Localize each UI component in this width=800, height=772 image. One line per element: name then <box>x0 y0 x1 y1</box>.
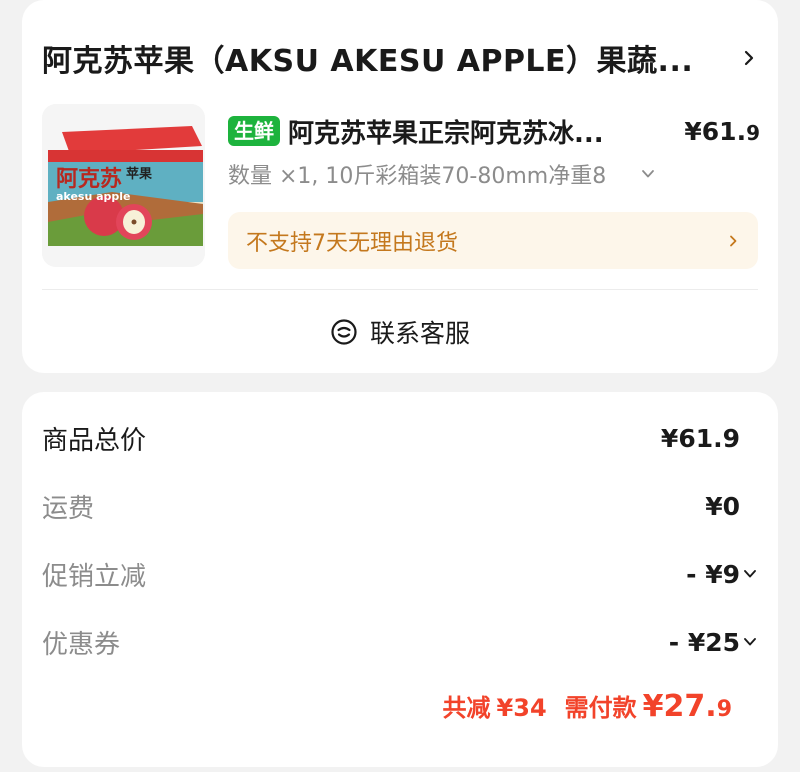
unit-price: ¥61.9 <box>684 117 760 146</box>
chevron-down-icon <box>744 638 756 646</box>
promotion-value-wrap: - ¥9 <box>686 560 758 589</box>
chevron-down-icon <box>744 570 756 578</box>
shipping-label: 运费 <box>42 493 95 524</box>
product-image[interactable]: 阿克苏 苹果 akesu apple <box>42 104 205 267</box>
box-english-text: akesu apple <box>56 190 131 203</box>
customer-service-icon <box>331 319 357 345</box>
unit-price-main: ¥61. <box>684 116 747 146</box>
shop-name: 阿克苏苹果（AKSU AKESU APPLE）果蔬... <box>42 44 694 79</box>
saved-amount: ¥34 <box>496 694 547 722</box>
return-policy-text: 不支持7天无理由退货 <box>246 230 458 256</box>
pay-amount-main: ¥27. <box>642 689 717 724</box>
box-product-text: 苹果 <box>126 166 152 182</box>
price-row-shipping: 运费 ¥0 <box>42 484 758 528</box>
coupon-value-wrap: - ¥25 <box>669 628 758 657</box>
contact-service-button[interactable]: 联系客服 <box>22 310 778 354</box>
pay-label: 需付款 <box>564 694 637 722</box>
shipping-value: ¥0 <box>705 491 740 521</box>
spec-selector[interactable]: 数量 ×1, 10斤彩箱装70-80mm净重8 <box>228 157 668 191</box>
chevron-down-icon <box>642 170 654 178</box>
contact-service-label: 联系客服 <box>369 319 470 348</box>
coupon-value: - ¥25 <box>668 627 740 657</box>
subtotal-label: 商品总价 <box>42 425 147 456</box>
apple-box-image: 阿克苏 苹果 akesu apple <box>42 104 205 267</box>
unit-price-cents: 9 <box>746 120 760 145</box>
chevron-right-icon <box>730 235 737 246</box>
price-row-subtotal: 商品总价 ¥61.9 <box>42 416 758 460</box>
box-brand-text: 阿克苏 <box>56 166 122 192</box>
promotion-label: 促销立减 <box>42 561 147 592</box>
price-summary-card: 商品总价 ¥61.9 运费 ¥0 促销立减 - ¥9 优惠券 - ¥25 共减 … <box>22 392 778 767</box>
pay-amount: ¥27.9 <box>643 689 732 724</box>
fresh-badge: 生鲜 <box>228 116 280 146</box>
order-card: 阿克苏苹果（AKSU AKESU APPLE）果蔬... 阿克苏 苹果 akes… <box>22 0 778 373</box>
coupon-label: 优惠券 <box>42 629 121 660</box>
chevron-right-icon <box>744 50 754 66</box>
spec-text: 数量 ×1, 10斤彩箱装70-80mm净重8 <box>228 164 607 189</box>
price-row-promotion[interactable]: 促销立减 - ¥9 <box>42 552 758 596</box>
product-title-row[interactable]: 生鲜 阿克苏苹果正宗阿克苏冰... ¥61.9 <box>228 111 760 151</box>
price-row-coupon[interactable]: 优惠券 - ¥25 <box>42 620 758 664</box>
promotion-value: - ¥9 <box>686 559 740 589</box>
subtotal-value: ¥61.9 <box>660 423 740 453</box>
payment-summary: 共减 ¥34 需付款 ¥27.9 <box>443 688 732 738</box>
return-policy-note[interactable]: 不支持7天无理由退货 <box>228 212 758 269</box>
saved-label: 共减 <box>442 694 491 722</box>
pay-amount-cents: 9 <box>716 697 732 722</box>
shop-link[interactable]: 阿克苏苹果（AKSU AKESU APPLE）果蔬... <box>42 38 758 79</box>
divider <box>42 289 758 290</box>
product-title: 阿克苏苹果正宗阿克苏冰... <box>288 118 604 149</box>
